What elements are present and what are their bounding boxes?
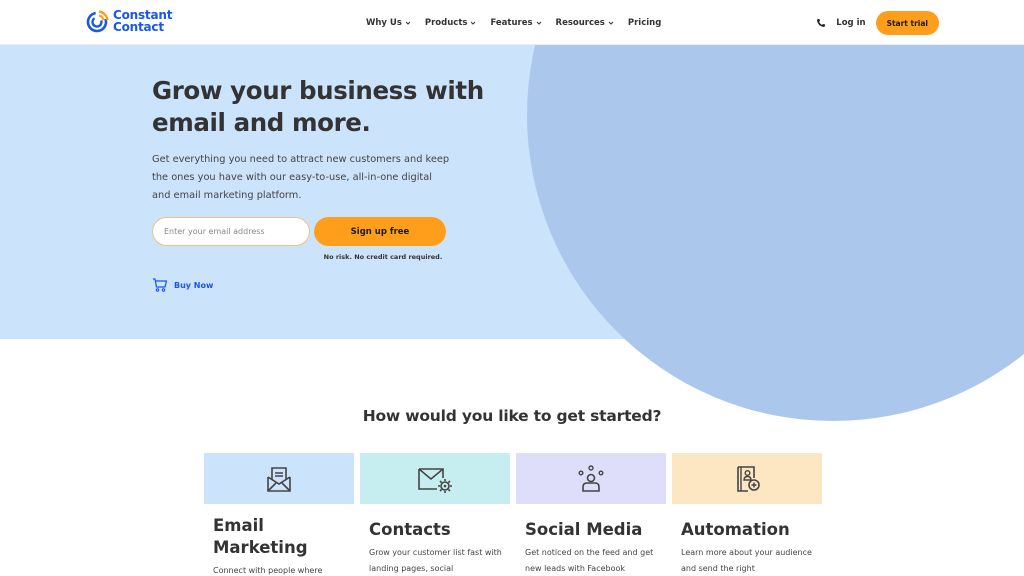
nav-features[interactable]: Features [490,18,541,28]
nav-products-label: Products [424,17,468,28]
card-icon-area [672,453,822,504]
card-description: Get noticed on the feed and get new lead… [525,548,654,573]
card-social-media[interactable]: Social Media Get noticed on the feed and… [516,453,666,576]
chevron-down-icon [405,21,411,25]
chevron-down-icon [608,21,614,25]
signup-form: Sign up free [152,217,512,246]
nav-resources-label: Resources [555,17,605,28]
card-icon-area [516,453,666,504]
get-started-cards: Email Marketing Connect with people wher… [204,453,822,576]
email-input[interactable] [152,217,310,246]
chevron-down-icon [536,21,541,25]
logo[interactable]: Constant Contact [85,9,172,33]
card-title: Email Marketing [213,516,308,557]
social-people-icon [578,464,604,492]
card-description: Learn more about your audience and send … [681,548,812,573]
decorative-circle [527,0,1024,421]
logo-line-2: Contact [113,20,164,34]
card-icon-area [204,453,354,504]
card-icon-area [360,453,510,504]
nav-products[interactable]: Products [425,18,477,28]
envelope-letter-icon [267,466,291,492]
nav-why-us-label: Why Us [366,17,402,28]
chevron-down-icon [471,21,476,25]
main-nav: Why Us Products Features Resources Prici… [366,0,661,45]
nav-pricing[interactable]: Pricing [628,18,661,28]
envelope-gear-icon [418,467,452,493]
hero-subtitle: Get everything you need to attract new c… [152,154,450,201]
contact-book-add-icon [737,465,760,492]
card-title: Automation [681,520,790,539]
nav-pricing-label: Pricing [627,17,662,28]
card-contacts[interactable]: Contacts Grow your customer list fast wi… [360,453,510,576]
site-header: Constant Contact Why Us Products Feature… [0,0,1024,45]
start-trial-button[interactable]: Start trial [875,11,939,35]
nav-why-us[interactable]: Why Us [366,18,411,28]
header-actions: Log in Start trial [816,11,939,35]
buy-now-label: Buy Now [174,280,214,290]
nav-features-label: Features [490,17,533,28]
buy-now-link[interactable]: Buy Now [152,277,512,293]
card-title: Contacts [369,520,451,539]
shopping-cart-icon [153,278,168,292]
constant-contact-logo-icon [86,10,109,33]
hero-title: Grow your business with email and more. [152,76,484,137]
sign-up-free-button[interactable]: Sign up free [314,217,446,246]
card-email-marketing[interactable]: Email Marketing Connect with people wher… [204,453,354,576]
card-title: Social Media [525,520,643,539]
logo-text: Constant Contact [113,9,172,33]
card-description: Connect with people where [213,566,323,575]
no-risk-note: No risk. No credit card required. [323,253,443,261]
hero-section: Grow your business with email and more. … [0,0,1024,421]
nav-resources[interactable]: Resources [556,18,614,28]
card-description: Grow your customer list fast with landin… [369,548,502,573]
card-automation[interactable]: Automation Learn more about your audienc… [672,453,822,576]
phone-icon[interactable] [816,18,826,28]
login-link[interactable]: Log in [836,18,865,28]
hero-content: Grow your business with email and more. … [152,75,512,293]
